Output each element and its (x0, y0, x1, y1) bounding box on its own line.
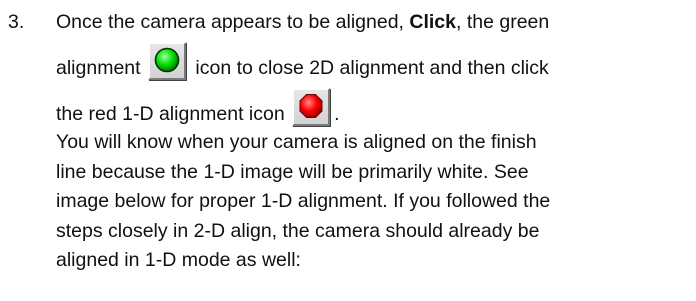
paragraph-line: aligned in 1-D mode as well: (56, 249, 301, 271)
line1-suffix: , the green (456, 11, 550, 33)
line3-suffix: . (334, 103, 340, 125)
red-octagon-icon (299, 94, 323, 118)
line2-suffix: icon to close 2D alignment and then clic… (195, 57, 549, 79)
paragraph-line: steps closely in 2-D align, the camera s… (56, 219, 540, 242)
paragraph-line: line because the 1-D image will be prima… (56, 160, 529, 183)
explanation-paragraph: You will know when your camera is aligne… (56, 128, 686, 276)
paragraph-line: You will know when your camera is aligne… (56, 131, 537, 153)
line3-prefix: the red 1-D alignment icon (56, 103, 285, 125)
red-alignment-icon (292, 88, 331, 126)
instruction-line-1: Once the camera appears to be aligned, C… (56, 2, 686, 42)
click-emphasis: Click (409, 11, 456, 33)
paragraph-line: image below for proper 1-D alignment. If… (56, 190, 551, 212)
green-alignment-icon (147, 42, 186, 80)
instruction-line-2: alignment icon to close 2D alignment and… (56, 42, 686, 88)
step-number: 3. (8, 11, 25, 33)
line1-prefix: Once the camera appears to be aligned, (56, 11, 410, 33)
instruction-line-3: the red 1-D alignment icon . (56, 88, 686, 128)
line2-prefix: alignment (56, 57, 141, 79)
step-content: Once the camera appears to be aligned, C… (56, 2, 686, 276)
green-circle-icon (154, 47, 180, 73)
